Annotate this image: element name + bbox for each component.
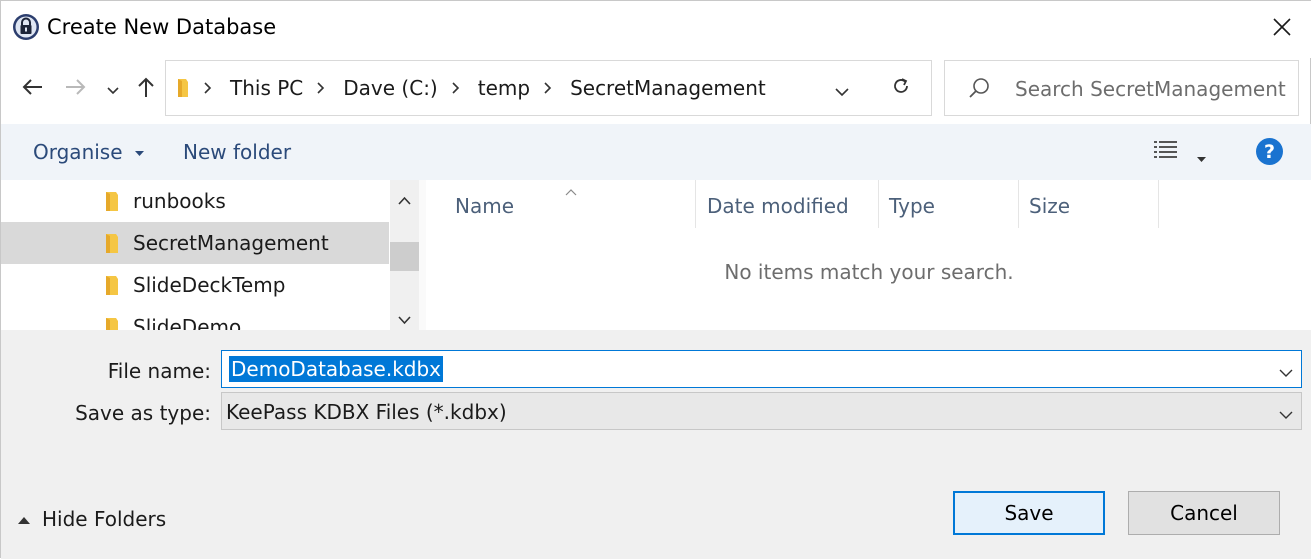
navigation-pane: runbooks SecretManagement SlideDeckTemp …	[1, 180, 391, 330]
breadcrumb-drive[interactable]: Dave (C:)	[343, 76, 437, 100]
nav-item-label: SlideDeckTemp	[133, 273, 286, 297]
nav-item-label: SlideDemo	[133, 315, 242, 330]
breadcrumb-separator-icon	[204, 82, 216, 94]
file-name-field[interactable]: DemoDatabase.kdbx	[221, 350, 1302, 388]
cancel-button[interactable]: Cancel	[1128, 491, 1280, 535]
column-divider[interactable]	[695, 180, 696, 228]
refresh-icon	[891, 76, 911, 100]
caret-down-icon	[134, 150, 144, 156]
column-header-size[interactable]: Size	[1029, 194, 1070, 218]
nav-item-label: SecretManagement	[133, 231, 329, 255]
save-type-value: KeePass KDBX Files (*.kdbx)	[226, 400, 507, 424]
breadcrumb-temp[interactable]: temp	[478, 76, 530, 100]
folder-icon	[104, 275, 122, 296]
nav-pane-scroll-thumb[interactable]	[390, 242, 419, 271]
back-button[interactable]	[17, 73, 47, 105]
nav-item-label: runbooks	[133, 189, 226, 213]
breadcrumb-separator-icon	[317, 82, 329, 94]
breadcrumb-separator-icon	[452, 82, 464, 94]
organise-label: Organise	[33, 140, 123, 164]
save-type-label: Save as type:	[75, 401, 211, 425]
column-header-date-modified[interactable]: Date modified	[707, 194, 849, 218]
address-bar[interactable]: This PC Dave (C:) temp SecretManagement	[165, 60, 872, 116]
scroll-down-icon[interactable]	[398, 310, 411, 329]
search-box[interactable]: Search SecretManagement	[944, 60, 1299, 116]
view-options-caret-icon[interactable]	[1197, 148, 1206, 167]
save-type-select[interactable]: KeePass KDBX Files (*.kdbx)	[221, 392, 1302, 430]
help-button[interactable]: ?	[1256, 138, 1283, 165]
folder-icon	[104, 317, 122, 330]
file-list: Name Date modified Type Size No items ma…	[426, 180, 1311, 330]
column-divider[interactable]	[878, 180, 879, 228]
breadcrumb-separator-icon	[544, 82, 556, 94]
up-button[interactable]	[133, 73, 159, 105]
folder-icon	[104, 233, 122, 254]
chevron-down-icon	[107, 80, 119, 99]
view-details-icon[interactable]	[1153, 139, 1181, 165]
file-name-value[interactable]: DemoDatabase.kdbx	[229, 356, 444, 382]
breadcrumb-this-pc[interactable]: This PC	[230, 76, 303, 100]
scroll-up-icon[interactable]	[398, 190, 411, 209]
dialog-title: Create New Database	[47, 15, 277, 39]
hide-folders-label: Hide Folders	[42, 507, 167, 531]
organise-button[interactable]: Organise	[33, 140, 144, 164]
keepass-lock-icon	[12, 13, 40, 41]
sort-ascending-icon	[565, 181, 577, 200]
chevron-down-icon[interactable]	[1279, 363, 1293, 377]
column-header-type[interactable]: Type	[889, 194, 935, 218]
file-name-label: File name:	[107, 359, 211, 383]
breadcrumb-secretmanagement[interactable]: SecretManagement	[570, 76, 766, 100]
nav-item-runbooks[interactable]: runbooks	[1, 180, 389, 222]
new-folder-button[interactable]: New folder	[183, 140, 291, 164]
hide-folders-toggle[interactable]: Hide Folders	[16, 506, 166, 532]
refresh-button[interactable]	[871, 60, 932, 116]
close-icon	[1273, 18, 1291, 40]
folder-icon	[176, 77, 192, 99]
title-bar: Create New Database	[1, 1, 1311, 58]
address-dropdown-icon[interactable]	[835, 82, 849, 101]
up-arrow-icon	[137, 76, 155, 102]
chevron-down-icon[interactable]	[1279, 405, 1293, 419]
search-input[interactable]: Search SecretManagement	[1015, 77, 1286, 101]
nav-item-slidedecktemp[interactable]: SlideDeckTemp	[1, 264, 389, 306]
chevron-up-icon	[16, 510, 32, 529]
forward-arrow-icon	[65, 78, 87, 100]
empty-list-message: No items match your search.	[724, 260, 1014, 284]
command-toolbar: Organise New folder ?	[1, 124, 1311, 180]
close-button[interactable]	[1259, 9, 1305, 49]
forward-button[interactable]	[61, 73, 91, 105]
save-dialog: Create New Database This PC Dave (C:) te…	[0, 0, 1311, 559]
search-icon	[967, 76, 991, 100]
nav-item-secretmanagement[interactable]: SecretManagement	[1, 222, 389, 264]
recent-locations-button[interactable]	[103, 73, 123, 105]
folder-icon	[104, 191, 122, 212]
column-divider[interactable]	[1018, 180, 1019, 228]
save-button[interactable]: Save	[953, 491, 1105, 535]
pane-splitter[interactable]	[419, 180, 426, 330]
column-header-name[interactable]: Name	[455, 194, 514, 218]
column-divider[interactable]	[1158, 180, 1159, 228]
back-arrow-icon	[21, 78, 43, 100]
nav-item-slidedemo[interactable]: SlideDemo	[1, 306, 389, 330]
